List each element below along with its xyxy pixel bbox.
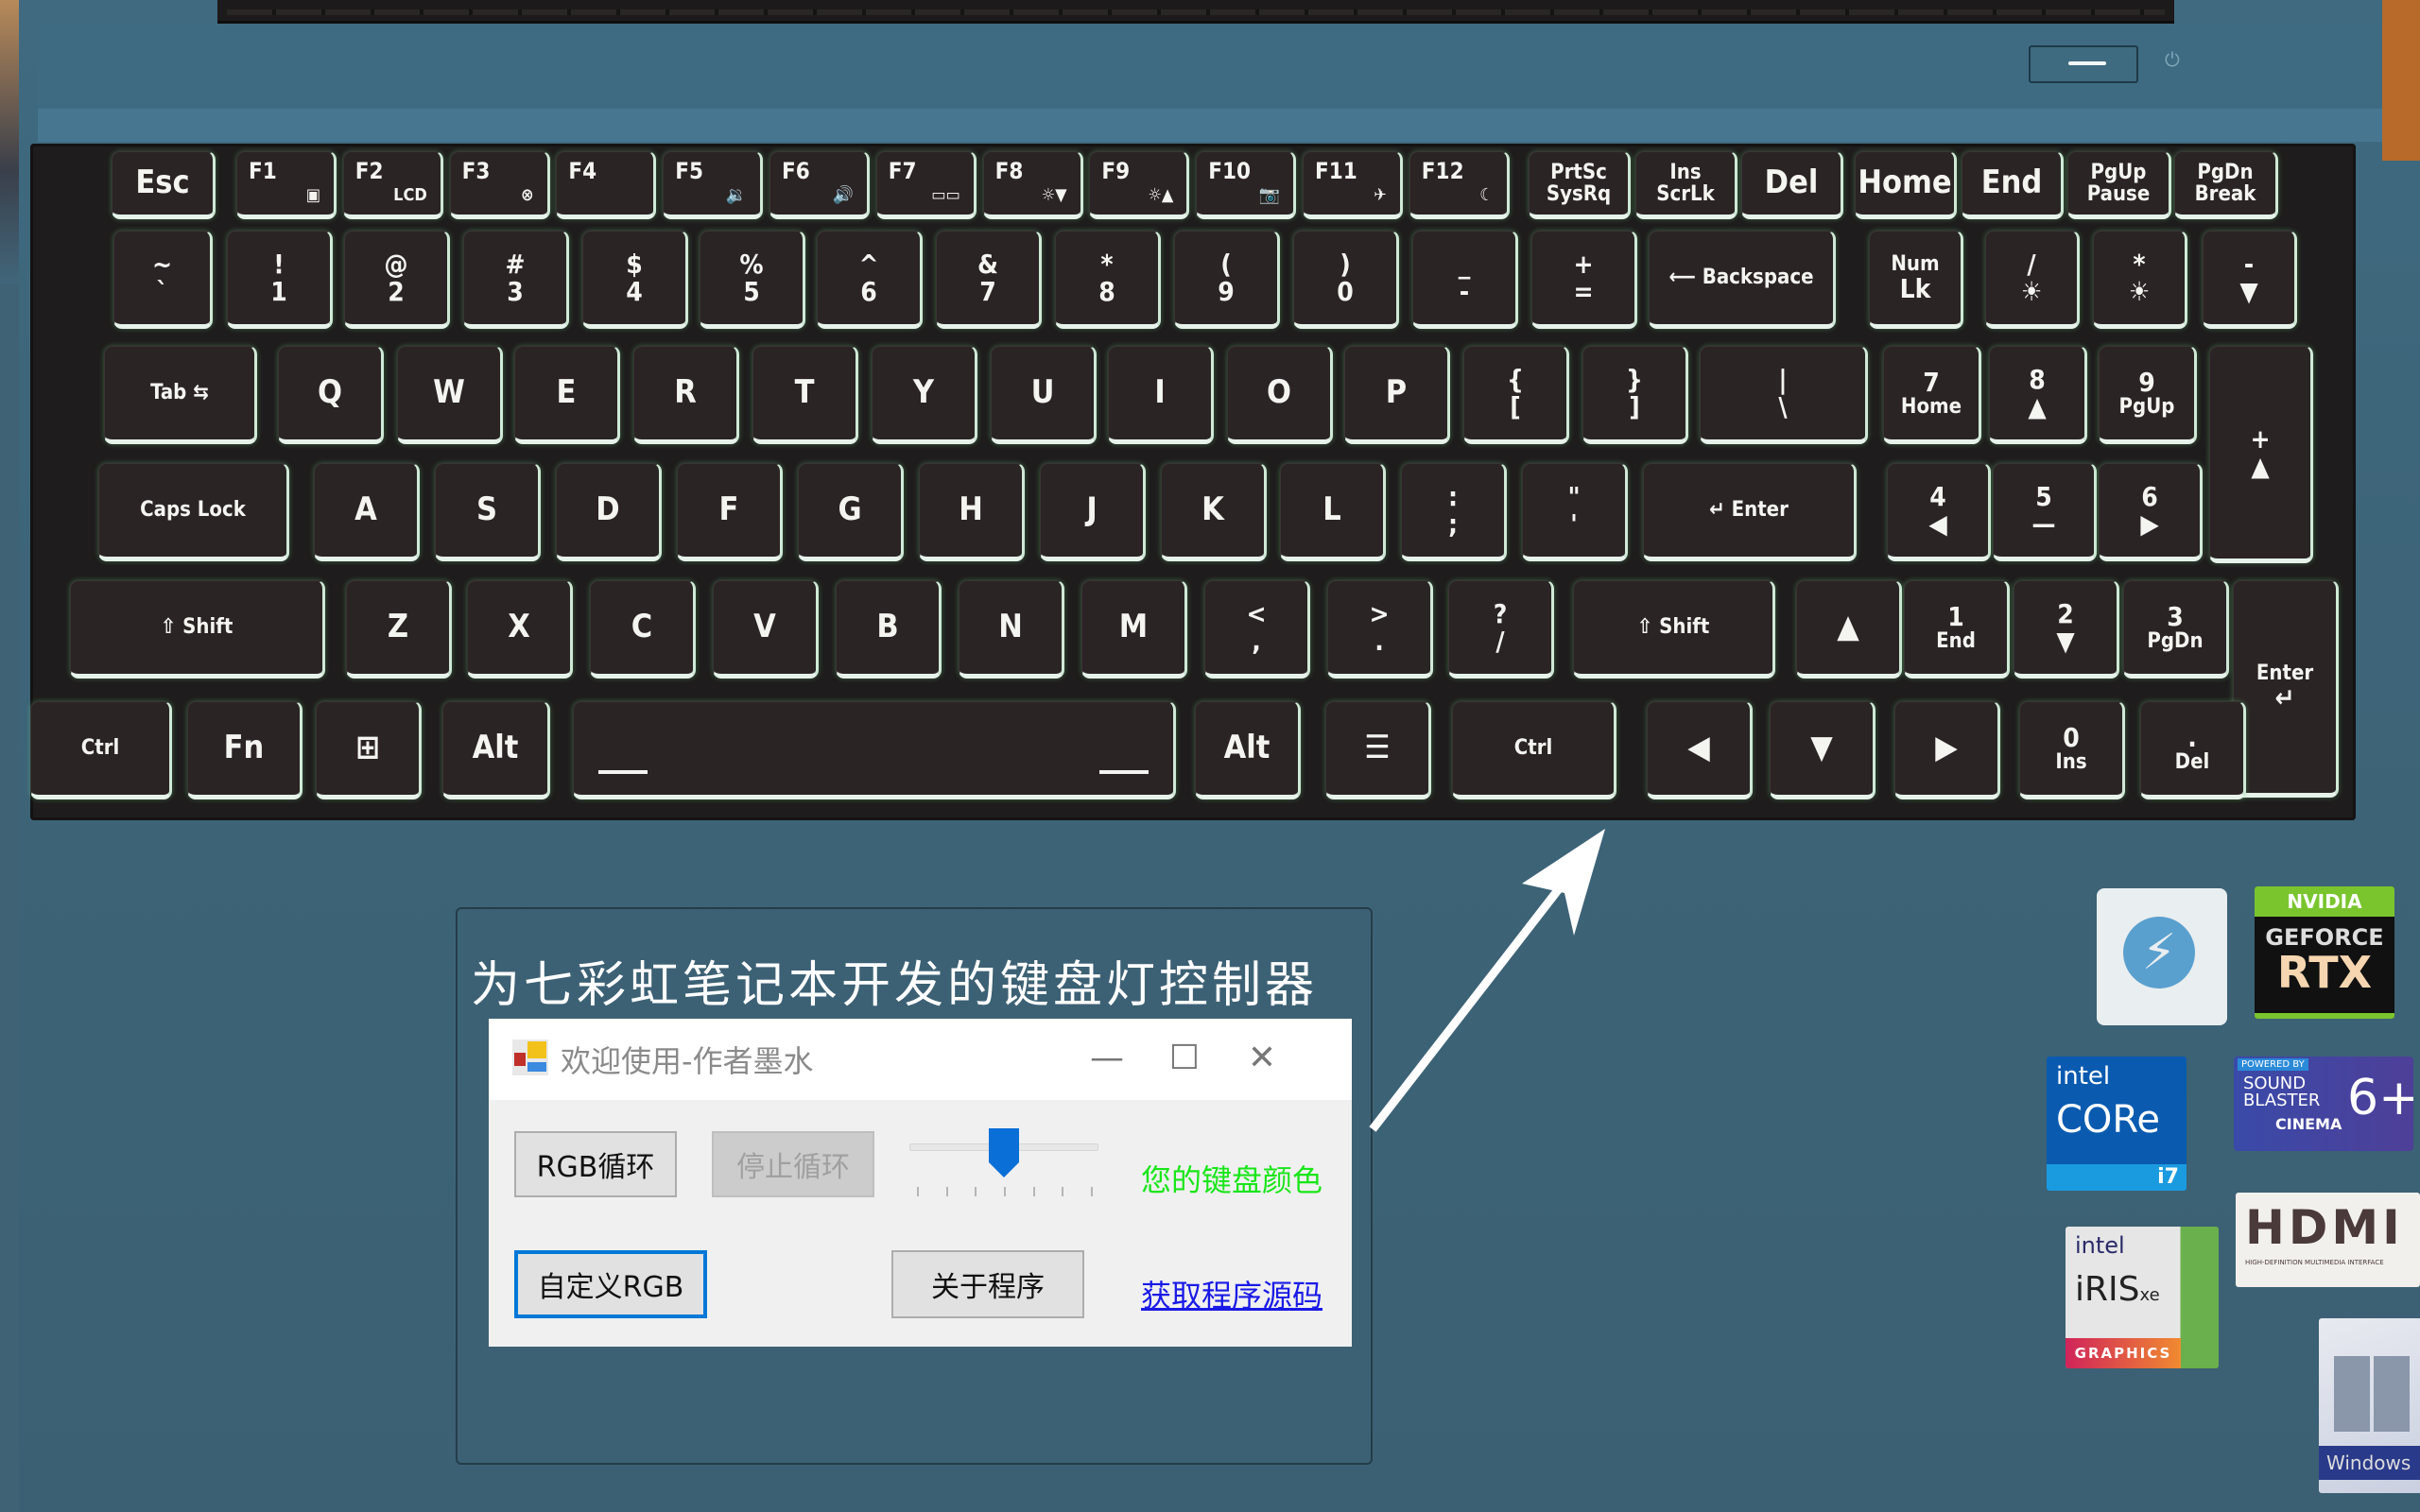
sticker-nvidia-rtx: NVIDIA GEFORCE RTX <box>2255 886 2394 1019</box>
intel-brand: intel <box>2056 1062 2111 1091</box>
windows-text: Windows <box>2319 1446 2420 1480</box>
sticker-windows: Windows <box>2319 1318 2420 1493</box>
i7-text: i7 <box>2157 1165 2179 1189</box>
arrow-shaft <box>1369 867 1578 1132</box>
sticker-intel-iris: intel iRISxe GRAPHICS <box>2066 1227 2219 1368</box>
nvidia-brand: NVIDIA <box>2255 886 2394 917</box>
thunderbolt-icon: ⚡ <box>2123 917 2195 988</box>
sticker-hdmi: HDMI HIGH-DEFINITION MULTIMEDIA INTERFAC… <box>2236 1193 2420 1287</box>
xe-text: xe <box>2139 1285 2160 1305</box>
intel-brand: intel <box>2075 1232 2125 1259</box>
hdmi-text: HDMI <box>2245 1200 2404 1255</box>
sticker-sound-blaster: POWERED BY SOUND BLASTER CINEMA 6+ <box>2234 1057 2413 1151</box>
rtx-text: RTX <box>2276 947 2373 998</box>
powered-by-text: POWERED BY <box>2238 1058 2308 1071</box>
core-text: CORe <box>2056 1098 2161 1142</box>
annotation-arrow <box>1369 829 1605 1132</box>
windows-logo-icon <box>2334 1356 2410 1432</box>
graphics-text: GRAPHICS <box>2066 1338 2181 1368</box>
sticker-thunderbolt: ⚡ <box>2097 888 2227 1025</box>
iris-text: iRIS <box>2075 1270 2140 1309</box>
sticker-intel-core: intel CORe i7 <box>2047 1057 2187 1191</box>
cinema-text: CINEMA <box>2275 1115 2342 1133</box>
six-plus-mark: 6+ <box>2347 1070 2413 1126</box>
hdmi-subtext: HIGH-DEFINITION MULTIMEDIA INTERFACE <box>2245 1259 2384 1266</box>
blaster-text: BLASTER <box>2243 1091 2321 1110</box>
